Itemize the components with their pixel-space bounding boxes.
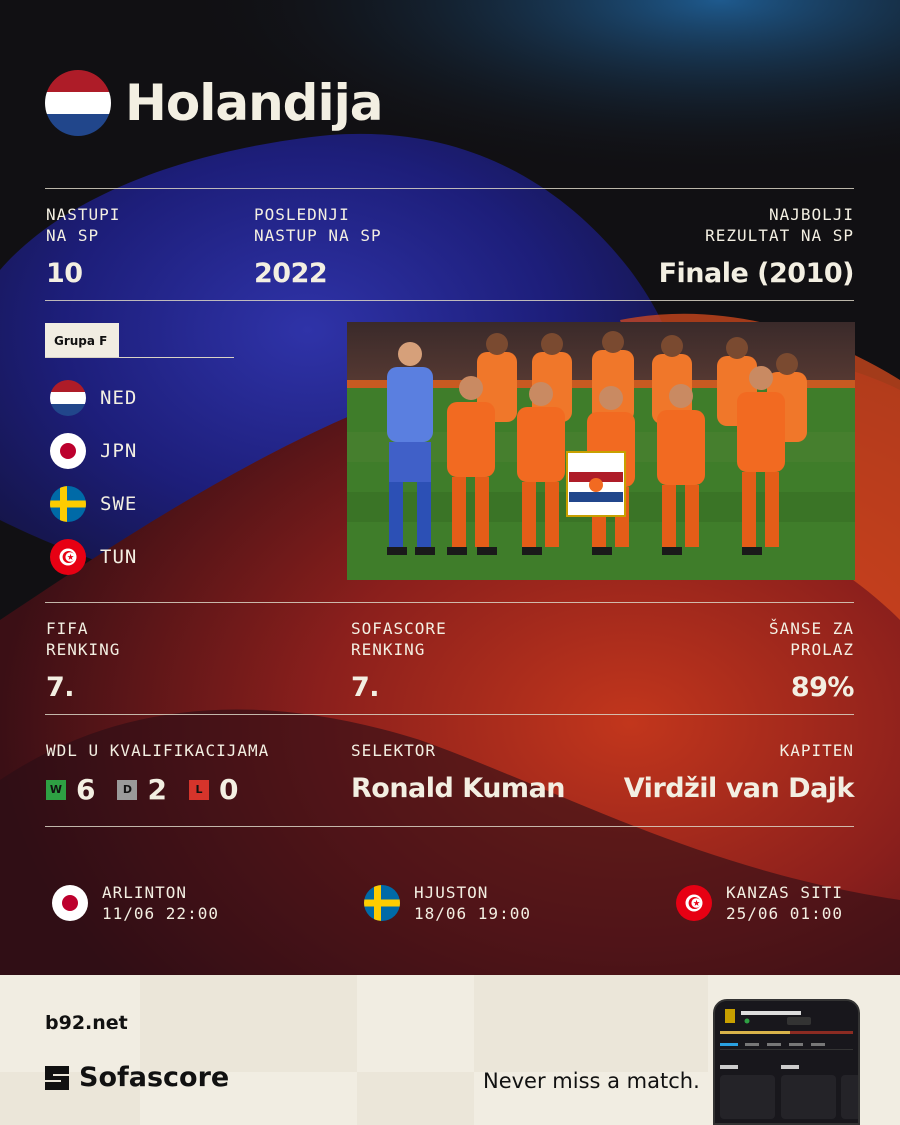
- tunisia-flag-icon: [676, 885, 712, 921]
- stat-best-result: NAJBOLJI REZULTAT NA SP Finale (2010): [658, 204, 855, 289]
- stat-captain: KAPITEN Virdžil van Dajk: [623, 740, 855, 804]
- losses-count: 0: [218, 773, 239, 806]
- match-city: KANZAS SITI: [726, 883, 843, 902]
- match-1: ARLINTON 11/06 22:00: [52, 882, 219, 924]
- app-phone-mockup: [713, 999, 860, 1125]
- stat-label: ŠANSE ZA PROLAZ: [768, 619, 854, 659]
- divider: [45, 602, 854, 603]
- divider: [45, 188, 854, 189]
- divider: [45, 714, 854, 715]
- captain-name: Virdžil van Dajk: [623, 773, 855, 804]
- wdl-record: W 6 D 2 L 0: [46, 773, 269, 806]
- group-team-jpn: JPN: [50, 433, 137, 469]
- stat-label: WDL U KVALIFIKACIJAMA: [46, 741, 270, 760]
- stat-value: 7.: [351, 672, 380, 703]
- win-badge: W: [46, 779, 66, 800]
- group-underline: [45, 357, 234, 358]
- infographic: Holandija NASTUPI NA SP 10 POSLEDNJI NASTU…: [0, 0, 900, 1125]
- match-3: KANZAS SITI 25/06 01:00: [676, 882, 843, 924]
- stat-fifa-ranking: FIFA RENKING 7.: [46, 618, 120, 703]
- wins-count: 6: [76, 773, 96, 806]
- stat-label: SOFASCORE RENKING: [351, 619, 447, 659]
- divider: [45, 826, 854, 827]
- stat-value: 89%: [790, 672, 855, 703]
- draws-count: 2: [147, 773, 167, 806]
- stat-coach: SELEKTOR Ronald Kuman: [351, 740, 566, 804]
- match-city: ARLINTON: [102, 883, 188, 902]
- team-name: Holandija: [125, 74, 383, 132]
- sweden-flag-icon: [364, 885, 400, 921]
- group-label: Grupa F: [45, 323, 119, 358]
- team-code: NED: [100, 387, 138, 409]
- team-code: SWE: [100, 493, 138, 515]
- stat-advance-chance: ŠANSE ZA PROLAZ 89%: [768, 618, 855, 703]
- stat-label: NAJBOLJI REZULTAT NA SP: [705, 205, 854, 245]
- team-header: Holandija: [45, 70, 383, 136]
- stat-label: SELEKTOR: [351, 741, 437, 760]
- sofascore-icon: [45, 1065, 69, 1090]
- tunisia-flag-icon: [50, 539, 86, 575]
- team-code: JPN: [100, 440, 138, 462]
- team-photo: [347, 322, 855, 580]
- japan-flag-icon: [50, 433, 86, 469]
- netherlands-flag-icon: [50, 380, 86, 416]
- match-2: HJUSTON 18/06 19:00: [364, 882, 531, 924]
- stat-value: Finale (2010): [658, 258, 855, 289]
- tagline: Never miss a match.: [483, 1069, 700, 1093]
- group-team-swe: SWE: [50, 486, 137, 522]
- group-team-tun: TUN: [50, 539, 137, 575]
- stat-last-appearance: POSLEDNJI NASTUP NA SP 2022: [254, 204, 382, 289]
- stat-value: 2022: [254, 258, 328, 289]
- stat-label: FIFA RENKING: [46, 619, 121, 659]
- netherlands-flag-icon: [45, 70, 111, 136]
- stat-sofascore-ranking: SOFASCORE RENKING 7.: [351, 618, 447, 703]
- match-datetime: 25/06 01:00: [726, 904, 843, 923]
- coach-name: Ronald Kuman: [351, 773, 566, 804]
- japan-flag-icon: [52, 885, 88, 921]
- stat-label: POSLEDNJI NASTUP NA SP: [254, 205, 382, 245]
- team-code: TUN: [100, 546, 138, 568]
- group-team-ned: NED: [50, 380, 137, 416]
- stat-qualifying-wdl: WDL U KVALIFIKACIJAMA W 6 D 2 L 0: [46, 740, 269, 806]
- divider: [45, 300, 854, 301]
- b92-logo: b92.net: [45, 1012, 128, 1034]
- stat-appearances: NASTUPI NA SP 10: [46, 204, 120, 289]
- match-datetime: 11/06 22:00: [102, 904, 219, 923]
- match-datetime: 18/06 19:00: [414, 904, 531, 923]
- sofascore-wordmark: Sofascore: [79, 1062, 230, 1093]
- draw-badge: D: [117, 779, 138, 800]
- stat-label: NASTUPI NA SP: [46, 205, 121, 245]
- loss-badge: L: [188, 779, 209, 800]
- match-city: HJUSTON: [414, 883, 489, 902]
- stat-value: 7.: [46, 672, 75, 703]
- stat-value: 10: [46, 258, 83, 289]
- sweden-flag-icon: [50, 486, 86, 522]
- stat-label: KAPITEN: [779, 741, 854, 760]
- sofascore-logo: Sofascore: [43, 1062, 229, 1093]
